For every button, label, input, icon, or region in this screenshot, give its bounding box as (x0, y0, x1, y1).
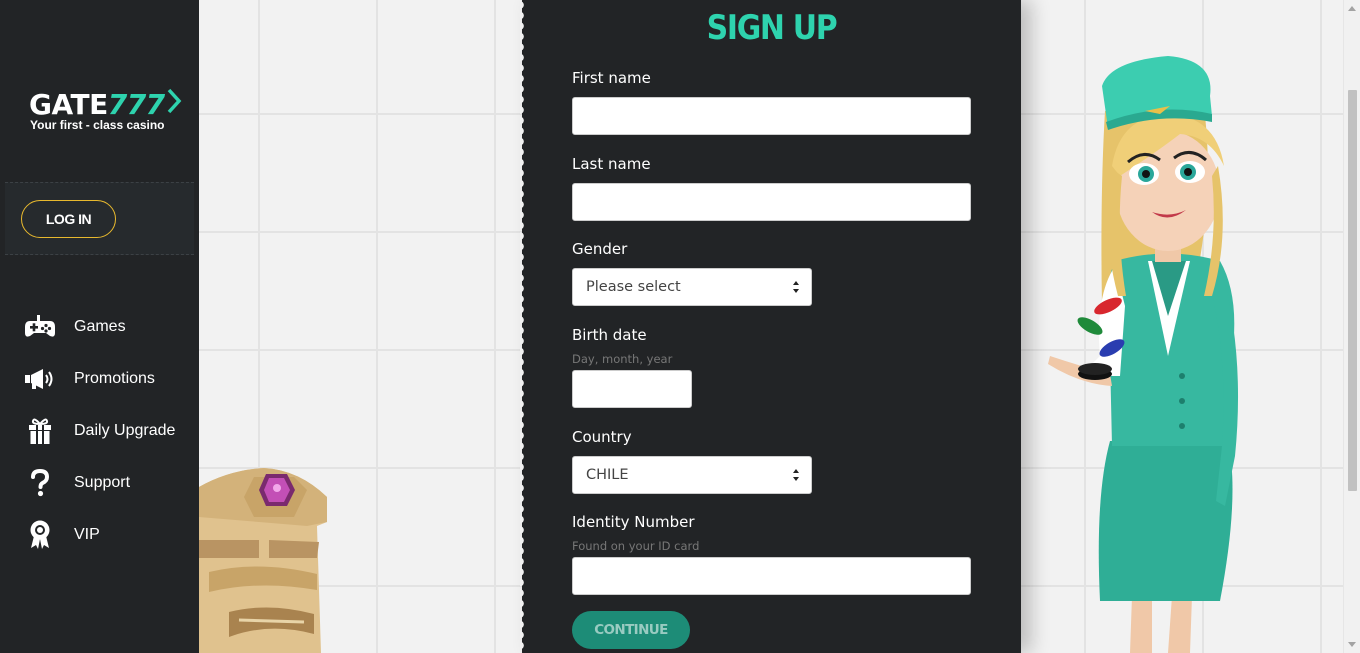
login-box: LOG IN (5, 182, 194, 255)
tiki-totem-illustration (199, 462, 334, 653)
sidebar-item-games[interactable]: Games (0, 301, 199, 353)
birth-date-label: Birth date (572, 326, 647, 344)
megaphone-icon (24, 363, 56, 395)
sidebar-item-label: Promotions (74, 370, 155, 387)
logo-arrow-icon (166, 88, 182, 121)
identity-number-input[interactable] (572, 557, 971, 595)
login-button[interactable]: LOG IN (21, 200, 116, 238)
identity-number-label: Identity Number (572, 513, 695, 531)
gift-icon (24, 415, 56, 447)
question-icon (24, 467, 56, 499)
sidebar-item-label: Support (74, 474, 131, 491)
country-select[interactable]: CHILE (572, 456, 812, 494)
last-name-input[interactable] (572, 183, 971, 221)
sidebar-item-promotions[interactable]: Promotions (0, 353, 199, 405)
select-caret-icon (792, 469, 800, 481)
birth-date-hint: Day, month, year (572, 352, 673, 366)
sidebar: GATE 777 Your first - class casino LOG IN… (0, 0, 199, 653)
signup-panel: SIGN UP First name Last name Gender Plea… (520, 0, 1021, 653)
birth-date-input[interactable] (572, 370, 692, 408)
gender-label: Gender (572, 240, 628, 258)
sidebar-nav: Games Promotions Daily Upgrade Support V… (0, 301, 199, 561)
scroll-up-arrow-icon[interactable] (1348, 6, 1356, 11)
stewardess-mascot-illustration (1040, 56, 1250, 653)
page-scrollbar[interactable] (1343, 0, 1360, 653)
logo-tagline: Your first - class casino (30, 118, 165, 132)
select-caret-icon (792, 281, 800, 293)
identity-number-hint: Found on your ID card (572, 539, 700, 553)
gamepad-icon (24, 311, 56, 343)
sidebar-item-support[interactable]: Support (0, 457, 199, 509)
logo-number: 777 (107, 87, 165, 121)
logo-wordmark: GATE 777 (29, 87, 182, 121)
gender-select-value: Please select (586, 279, 681, 295)
gate777-logo[interactable]: GATE 777 Your first - class casino (29, 87, 182, 132)
award-ribbon-icon (24, 519, 56, 551)
country-select-value: CHILE (586, 467, 629, 483)
signup-title: SIGN UP (706, 8, 838, 48)
sidebar-item-vip[interactable]: VIP (0, 509, 199, 561)
gender-select[interactable]: Please select (572, 268, 812, 306)
continue-button[interactable]: CONTINUE (572, 611, 690, 649)
sidebar-item-label: VIP (74, 526, 100, 543)
sidebar-item-label: Games (74, 318, 126, 335)
first-name-input[interactable] (572, 97, 971, 135)
scroll-down-arrow-icon[interactable] (1348, 642, 1356, 647)
logo-prefix: GATE (29, 87, 108, 121)
sidebar-item-daily-upgrade[interactable]: Daily Upgrade (0, 405, 199, 457)
country-label: Country (572, 428, 632, 446)
last-name-label: Last name (572, 155, 651, 173)
scrollbar-thumb[interactable] (1348, 90, 1357, 491)
sidebar-item-label: Daily Upgrade (74, 422, 176, 439)
first-name-label: First name (572, 69, 651, 87)
